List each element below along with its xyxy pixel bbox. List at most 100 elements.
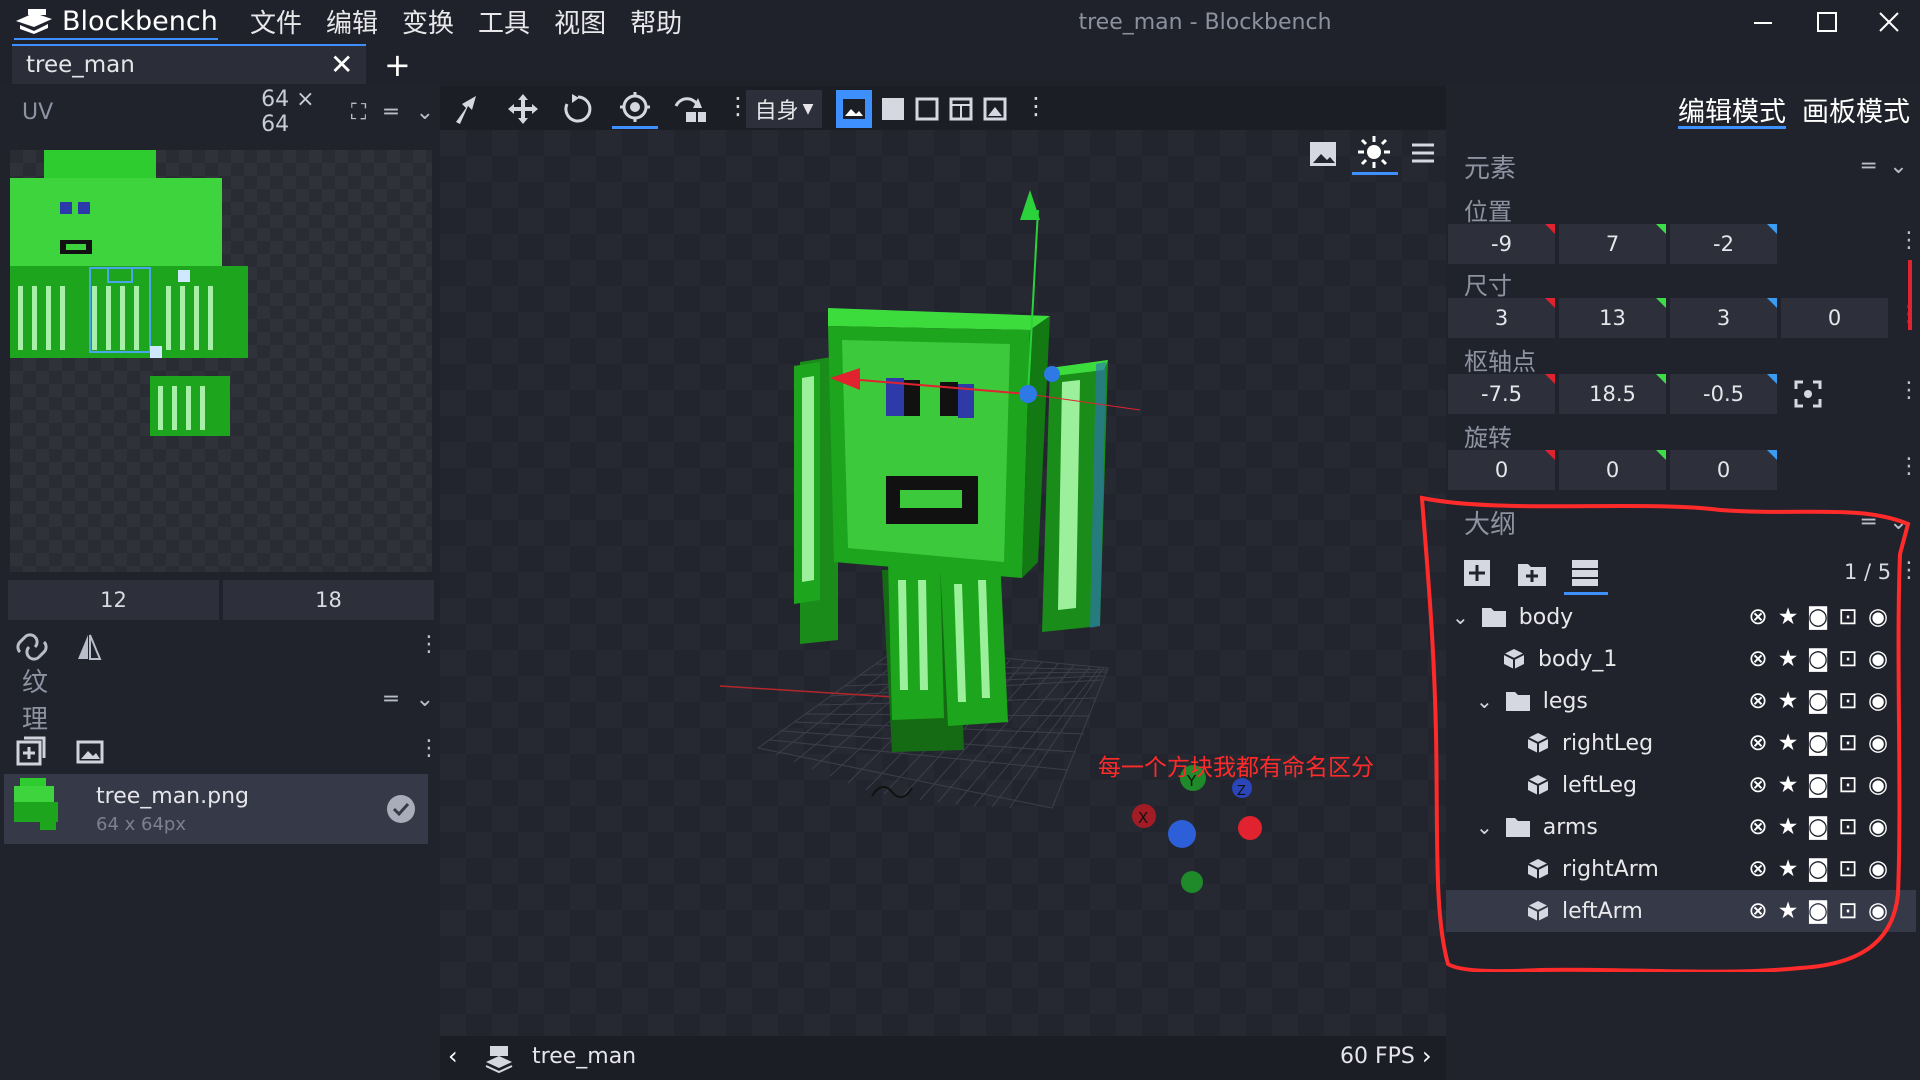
position-label: 位置 [1464,198,1512,226]
link-icon[interactable] [14,632,50,662]
close-window-button[interactable] [1858,2,1920,42]
tab-close-icon[interactable]: ✕ [330,48,353,81]
view-mode-solid-icon[interactable] [880,96,906,122]
size-fields: 3 13 3 0 [1448,298,1888,338]
chevron-right-icon[interactable]: › [1422,1042,1432,1070]
tab-edit-mode[interactable]: 编辑模式 [1678,90,1786,129]
texture-panel-header: 纹理 ═ ⌄ [8,668,434,735]
chevron-down-icon[interactable]: ⌄ [416,100,434,125]
size-z-field[interactable]: 3 [1670,298,1777,338]
check-icon [387,795,415,823]
svg-text:X: X [1138,809,1148,827]
size-x-field[interactable]: 3 [1448,298,1555,338]
transform-space-value: 自身 [754,99,799,124]
center-pivot-icon[interactable] [1794,380,1822,408]
view-mode-wireframe-icon[interactable] [914,96,940,122]
move-tool-icon[interactable] [506,92,540,126]
rotation-label: 旋转 [1464,424,1512,452]
view-mode-uv-icon[interactable] [948,96,974,122]
size-label: 尺寸 [1464,272,1512,300]
more-options-icon[interactable]: ⋮ [1898,228,1920,253]
uv-size-label: 64 × 64 [261,87,315,137]
rotation-y-value: 0 [1605,458,1620,482]
rotation-z-field[interactable]: 0 [1670,450,1777,490]
position-z-value: -2 [1713,232,1734,256]
more-options-icon[interactable]: ⋮ [1898,454,1920,479]
screenshot-icon[interactable] [1308,140,1338,168]
add-texture-icon[interactable] [16,736,46,766]
panel-drag-icon[interactable]: ═ [1862,154,1875,179]
more-options-icon[interactable]: ⋮ [418,632,440,657]
pivot-x-field[interactable]: -7.5 [1448,374,1555,414]
pivot-z-value: -0.5 [1703,382,1744,406]
panel-drag-icon[interactable]: ═ [384,687,397,712]
dropdown-arrow-icon: ▼ [802,101,814,117]
red-annotation-outline [1420,495,1911,972]
toolbar-overflow-icon[interactable]: ⋮ [1024,92,1048,120]
panel-drag-icon[interactable]: ═ [384,100,397,125]
position-y-field[interactable]: 7 [1559,224,1666,264]
rotate-tool-icon[interactable] [562,92,594,126]
maximize-icon [1817,12,1837,32]
add-tab-icon[interactable]: + [384,46,411,84]
pivot-z-field[interactable]: -0.5 [1670,374,1777,414]
select-tool-icon[interactable] [452,92,484,126]
inflate-value: 0 [1827,306,1842,330]
mirror-icon[interactable] [76,632,102,662]
tab-label: tree_man [26,52,135,78]
texture-panel-title: 纹理 [22,668,49,735]
tab-tree-man[interactable]: tree_man [12,44,366,84]
rotation-x-field[interactable]: 0 [1448,450,1555,490]
annotation-text: 每一个方块我都有命名区分 [1098,755,1374,781]
uv-height-field[interactable]: 18 [223,580,434,620]
more-options-icon[interactable]: ⋮ [1898,378,1920,403]
more-options-icon[interactable]: ⋮ [418,736,440,761]
texture-tools: ⋮ [14,732,440,770]
chevron-left-icon[interactable]: ‹ [448,1042,458,1070]
position-z-field[interactable]: -2 [1670,224,1777,264]
pivot-label: 枢轴点 [1464,348,1536,376]
uv-editor-canvas[interactable] [10,150,432,572]
viewport-menu-icon[interactable] [1410,142,1436,164]
view-mode-normal-icon[interactable] [982,96,1008,122]
pivot-x-value: -7.5 [1481,382,1522,406]
inflate-field[interactable]: 0 [1781,298,1888,338]
svg-text:Z: Z [1237,784,1246,799]
position-x-field[interactable]: -9 [1448,224,1555,264]
maximize-button[interactable] [1796,2,1858,42]
fps-counter: 60 FPS [1340,1044,1415,1069]
viewport-footer: ‹ tree_man 60 FPS › [440,1036,1446,1080]
3d-viewport[interactable]: Y Z X [440,130,1446,1036]
active-mode-indicator [1678,126,1786,129]
texture-thumbnail [14,778,58,830]
import-texture-icon[interactable] [76,738,104,766]
rotation-x-value: 0 [1494,458,1509,482]
chevron-down-icon[interactable]: ⌄ [1889,154,1907,179]
pivot-y-field[interactable]: 18.5 [1559,374,1666,414]
pivot-tool-icon[interactable] [618,90,652,126]
position-x-value: -9 [1491,232,1512,256]
size-y-field[interactable]: 13 [1559,298,1666,338]
size-x-value: 3 [1494,306,1509,330]
chevron-down-icon[interactable]: ⌄ [416,687,434,712]
minimize-button[interactable] [1732,2,1794,42]
view-mode-textured-button[interactable] [836,90,872,128]
vertex-snap-icon[interactable] [672,92,708,126]
fullscreen-icon[interactable]: ⛶ [351,100,366,125]
rotation-z-value: 0 [1716,458,1731,482]
uv-panel-title: UV [22,99,54,125]
minimize-icon [1754,22,1772,24]
element-panel-title: 元素 [1464,153,1517,184]
uv-width-field[interactable]: 12 [8,580,219,620]
light-toggle-icon[interactable] [1356,134,1392,170]
texture-dimensions: 64 x 64px [96,814,186,835]
transform-space-select[interactable]: 自身 ▼ [746,90,822,128]
blockbench-window: Blockbench 文件 编辑 变换 工具 视图 帮助 tree_man - … [0,0,1920,1080]
close-icon [1879,12,1899,32]
tab-paint-mode[interactable]: 画板模式 [1802,90,1910,129]
rotation-y-field[interactable]: 0 [1559,450,1666,490]
uv-tools: ⋮ [14,630,440,666]
pivot-fields: -7.5 18.5 -0.5 [1448,374,1777,414]
scrollbar-thumb[interactable] [1908,260,1912,330]
active-tool-indicator [612,126,658,129]
